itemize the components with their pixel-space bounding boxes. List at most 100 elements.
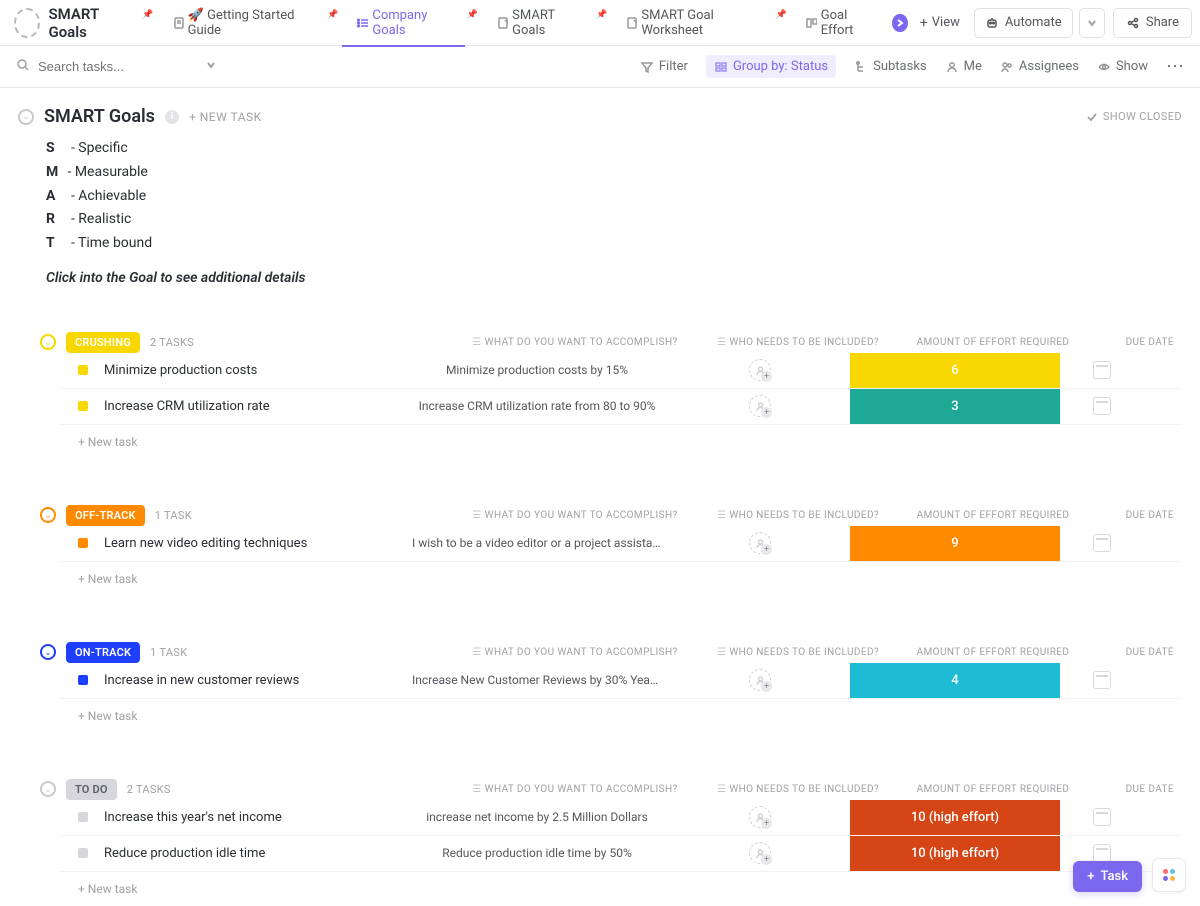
col-accomplish[interactable]: ☰WHAT DO YOU WANT TO ACCOMPLISH? bbox=[442, 784, 708, 795]
task-effort[interactable]: 3 bbox=[850, 389, 1060, 424]
col-included[interactable]: ☰WHO NEEDS TO BE INCLUDED? bbox=[708, 337, 888, 348]
subtasks-button[interactable]: Subtasks bbox=[854, 59, 927, 74]
filter-button[interactable]: Filter bbox=[640, 59, 688, 74]
col-effort[interactable]: AMOUNT OF EFFORT REQUIRED bbox=[888, 784, 1098, 795]
col-effort[interactable]: AMOUNT OF EFFORT REQUIRED bbox=[888, 337, 1098, 348]
new-task-row[interactable]: + New task bbox=[78, 699, 1182, 733]
group-collapse-toggle[interactable]: ⌄ bbox=[40, 781, 56, 797]
col-accomplish[interactable]: ☰WHAT DO YOU WANT TO ACCOMPLISH? bbox=[442, 510, 708, 521]
task-effort[interactable]: 10 (high effort) bbox=[850, 836, 1060, 871]
task-duedate[interactable] bbox=[1060, 671, 1144, 689]
task-row[interactable]: Reduce production idle time Reduce produ… bbox=[60, 836, 1182, 872]
group-collapse-toggle[interactable]: ⌄ bbox=[40, 507, 56, 523]
search-box[interactable] bbox=[16, 58, 216, 76]
task-assignee[interactable] bbox=[670, 395, 850, 417]
chevron-down-icon[interactable] bbox=[206, 60, 216, 73]
more-tabs-indicator[interactable] bbox=[892, 14, 908, 32]
section-collapse-toggle[interactable]: ⌄ bbox=[18, 109, 34, 125]
task-count: 2 TASKS bbox=[150, 336, 194, 349]
show-button[interactable]: Show bbox=[1097, 59, 1148, 74]
task-assignee[interactable] bbox=[670, 532, 850, 554]
col-duedate[interactable]: DUE DATE bbox=[1098, 784, 1182, 795]
search-input[interactable] bbox=[38, 59, 178, 74]
task-row[interactable]: Increase CRM utilization rate Increase C… bbox=[60, 389, 1182, 425]
task-name[interactable]: Increase in new customer reviews bbox=[104, 673, 404, 688]
group-collapse-toggle[interactable]: ⌄ bbox=[40, 334, 56, 350]
col-effort[interactable]: AMOUNT OF EFFORT REQUIRED bbox=[888, 510, 1098, 521]
assignee-add-icon[interactable] bbox=[749, 395, 771, 417]
tab-getting-started[interactable]: 🚀 Getting Started Guide bbox=[158, 0, 326, 46]
info-icon[interactable]: i bbox=[165, 110, 179, 124]
new-task-fab[interactable]: + Task bbox=[1073, 861, 1142, 892]
text-icon: ☰ bbox=[472, 784, 481, 795]
task-name[interactable]: Learn new video editing techniques bbox=[104, 536, 404, 551]
task-assignee[interactable] bbox=[670, 669, 850, 691]
task-name[interactable]: Reduce production idle time bbox=[104, 846, 404, 861]
task-effort[interactable]: 6 bbox=[850, 353, 1060, 388]
assignee-add-icon[interactable] bbox=[749, 669, 771, 691]
share-button[interactable]: Share bbox=[1113, 8, 1192, 38]
subtasks-label: Subtasks bbox=[873, 59, 927, 74]
task-row[interactable]: Learn new video editing techniques I wis… bbox=[60, 526, 1182, 562]
task-duedate[interactable] bbox=[1060, 361, 1144, 379]
task-row[interactable]: Minimize production costs Minimize produ… bbox=[60, 353, 1182, 389]
task-assignee[interactable] bbox=[670, 806, 850, 828]
col-accomplish[interactable]: ☰WHAT DO YOU WANT TO ACCOMPLISH? bbox=[442, 337, 708, 348]
add-view-button[interactable]: + View bbox=[910, 8, 970, 38]
col-accomplish[interactable]: ☰WHAT DO YOU WANT TO ACCOMPLISH? bbox=[442, 647, 708, 658]
show-closed-button[interactable]: SHOW CLOSED bbox=[1086, 110, 1182, 123]
task-effort[interactable]: 10 (high effort) bbox=[850, 800, 1060, 835]
col-duedate[interactable]: DUE DATE bbox=[1098, 647, 1182, 658]
calendar-icon bbox=[1093, 808, 1111, 826]
col-included[interactable]: ☰WHO NEEDS TO BE INCLUDED? bbox=[708, 784, 888, 795]
tab-company-goals[interactable]: Company Goals bbox=[342, 0, 465, 46]
status-pill[interactable]: ON-TRACK bbox=[66, 642, 140, 663]
status-pill[interactable]: OFF-TRACK bbox=[66, 505, 145, 526]
col-included[interactable]: ☰WHO NEEDS TO BE INCLUDED? bbox=[708, 647, 888, 658]
new-task-row[interactable]: + New task bbox=[78, 872, 1182, 906]
automate-dropdown[interactable] bbox=[1079, 8, 1105, 38]
status-pill[interactable]: TO DO bbox=[66, 779, 117, 800]
tab-label: SMART Goals bbox=[512, 8, 580, 38]
status-pill[interactable]: CRUSHING bbox=[66, 332, 140, 353]
task-effort[interactable]: 4 bbox=[850, 663, 1060, 698]
task-name[interactable]: Increase this year's net income bbox=[104, 810, 404, 825]
toolbar: Filter Group by: Status Subtasks Me Assi… bbox=[0, 46, 1200, 88]
new-task-hint[interactable]: + NEW TASK bbox=[189, 110, 262, 124]
tab-smart-goals[interactable]: SMART Goals bbox=[482, 0, 594, 46]
group-collapse-toggle[interactable]: ⌄ bbox=[40, 644, 56, 660]
tab-label: SMART Goal Worksheet bbox=[641, 8, 759, 38]
assignee-add-icon[interactable] bbox=[749, 806, 771, 828]
automate-button[interactable]: Automate bbox=[974, 8, 1073, 38]
col-duedate[interactable]: DUE DATE bbox=[1098, 337, 1182, 348]
task-duedate[interactable] bbox=[1060, 844, 1144, 862]
task-duedate[interactable] bbox=[1060, 808, 1144, 826]
task-row[interactable]: Increase this year's net income increase… bbox=[60, 800, 1182, 836]
task-assignee[interactable] bbox=[670, 842, 850, 864]
task-row[interactable]: Increase in new customer reviews Increas… bbox=[60, 663, 1182, 699]
more-options-button[interactable]: ⋯ bbox=[1166, 56, 1184, 77]
task-duedate[interactable] bbox=[1060, 397, 1144, 415]
check-icon bbox=[1086, 111, 1098, 123]
assignee-add-icon[interactable] bbox=[749, 842, 771, 864]
task-assignee[interactable] bbox=[670, 359, 850, 381]
col-included[interactable]: ☰WHO NEEDS TO BE INCLUDED? bbox=[708, 510, 888, 521]
new-task-row[interactable]: + New task bbox=[78, 425, 1182, 459]
assignees-button[interactable]: Assignees bbox=[1000, 59, 1079, 74]
assignee-add-icon[interactable] bbox=[749, 532, 771, 554]
filter-label: Filter bbox=[659, 59, 688, 74]
me-button[interactable]: Me bbox=[945, 59, 982, 74]
tab-goal-effort[interactable]: Goal Effort bbox=[791, 0, 889, 46]
task-name[interactable]: Increase CRM utilization rate bbox=[104, 399, 404, 414]
new-task-row[interactable]: + New task bbox=[78, 562, 1182, 596]
col-duedate[interactable]: DUE DATE bbox=[1098, 510, 1182, 521]
pin-icon: 📌 bbox=[142, 10, 153, 20]
col-effort[interactable]: AMOUNT OF EFFORT REQUIRED bbox=[888, 647, 1098, 658]
task-effort[interactable]: 9 bbox=[850, 526, 1060, 561]
assignee-add-icon[interactable] bbox=[749, 359, 771, 381]
apps-fab[interactable] bbox=[1152, 858, 1186, 892]
task-duedate[interactable] bbox=[1060, 534, 1144, 552]
tab-smart-goal-worksheet[interactable]: SMART Goal Worksheet bbox=[611, 0, 773, 46]
task-name[interactable]: Minimize production costs bbox=[104, 363, 404, 378]
group-by-button[interactable]: Group by: Status bbox=[706, 55, 836, 78]
